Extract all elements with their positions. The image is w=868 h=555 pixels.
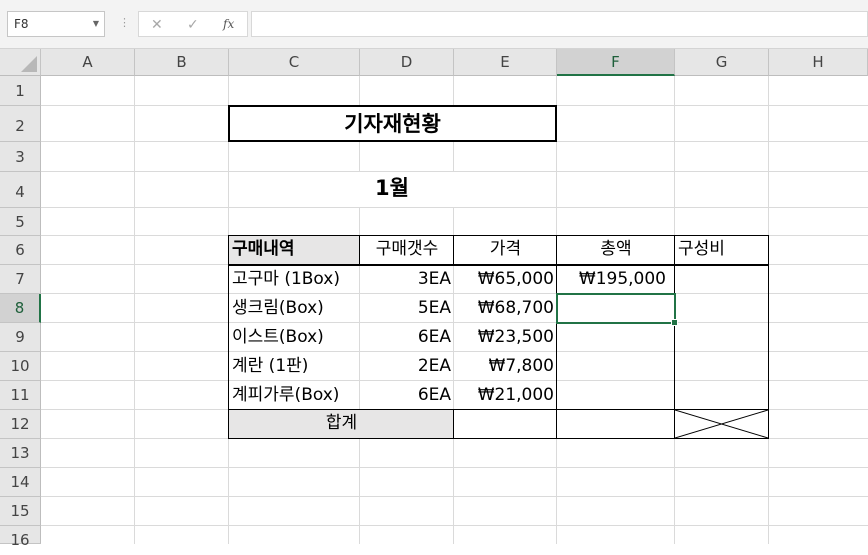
formula-input[interactable]	[251, 11, 868, 37]
row-header-12[interactable]: 12	[0, 410, 41, 439]
column-header-e[interactable]: E	[454, 49, 557, 76]
column-header-h[interactable]: H	[769, 49, 868, 76]
row-header-15[interactable]: 15	[0, 497, 41, 526]
column-header-d[interactable]: D	[360, 49, 454, 76]
item-price-cell[interactable]: ₩21,000	[454, 381, 557, 410]
header-cell-qty[interactable]: 구매갯수	[360, 236, 454, 264]
diagonal-cross-icon	[675, 410, 768, 438]
row-header-8[interactable]: 8	[0, 294, 41, 323]
name-box-value: F8	[14, 17, 29, 31]
column-header-a[interactable]: A	[41, 49, 135, 76]
fill-handle[interactable]	[671, 319, 678, 326]
column-header-g[interactable]: G	[675, 49, 769, 76]
month-label[interactable]: 1월	[229, 172, 555, 207]
row-header-2[interactable]: 2	[0, 106, 41, 142]
header-cell-price[interactable]: 가격	[454, 236, 557, 264]
item-name-cell[interactable]: 생크림(Box)	[229, 294, 360, 323]
item-qty-cell[interactable]: 3EA	[360, 265, 454, 294]
item-name-cell[interactable]: 계란 (1판)	[229, 352, 360, 381]
row-header-3[interactable]: 3	[0, 142, 41, 172]
row-header-7[interactable]: 7	[0, 265, 41, 294]
select-all-icon	[21, 56, 37, 72]
item-total-cell[interactable]: ₩195,000	[557, 265, 675, 294]
item-qty-cell[interactable]: 6EA	[360, 381, 454, 410]
gridline	[768, 76, 769, 544]
gridline	[41, 207, 868, 208]
row-header-6[interactable]: 6	[0, 236, 41, 265]
gridline	[134, 76, 135, 544]
formula-bar: F8 ▼ ⋮ ✕ ✓ fx	[0, 0, 868, 49]
row-header-11[interactable]: 11	[0, 381, 41, 410]
function-icon[interactable]: fx	[223, 12, 234, 36]
item-name-cell[interactable]: 고구마 (1Box)	[229, 265, 360, 294]
column-header-b[interactable]: B	[135, 49, 229, 76]
more-icon: ⋮	[119, 17, 130, 29]
gridline	[41, 496, 868, 497]
item-qty-cell[interactable]: 6EA	[360, 323, 454, 352]
item-name-cell[interactable]: 이스트(Box)	[229, 323, 360, 352]
gridline	[41, 525, 868, 526]
row-header-1[interactable]: 1	[0, 76, 41, 106]
cancel-icon[interactable]: ✕	[151, 12, 163, 36]
header-cell-ratio[interactable]: 구성비	[675, 236, 769, 264]
row-header-13[interactable]: 13	[0, 439, 41, 468]
active-cell-selection[interactable]	[556, 293, 678, 326]
row-header-9[interactable]: 9	[0, 323, 41, 352]
header-cell-total[interactable]: 총액	[557, 236, 675, 264]
item-price-cell[interactable]: ₩23,500	[454, 323, 557, 352]
item-price-cell[interactable]: ₩7,800	[454, 352, 557, 381]
row-header-5[interactable]: 5	[0, 208, 41, 236]
row-header-16[interactable]: 16	[0, 526, 41, 549]
gridline	[41, 467, 868, 468]
item-qty-cell[interactable]: 2EA	[360, 352, 454, 381]
check-icon[interactable]: ✓	[187, 12, 199, 36]
sheet-title[interactable]: 기자재현황	[228, 105, 557, 142]
column-header-c[interactable]: C	[229, 49, 360, 76]
row-header-14[interactable]: 14	[0, 468, 41, 497]
column-header-f[interactable]: F	[557, 49, 675, 76]
item-price-cell[interactable]: ₩65,000	[454, 265, 557, 294]
item-name-cell[interactable]: 계피가루(Box)	[229, 381, 360, 410]
item-qty-cell[interactable]: 5EA	[360, 294, 454, 323]
row-header-10[interactable]: 10	[0, 352, 41, 381]
chevron-down-icon[interactable]: ▼	[93, 12, 99, 36]
total-label-cell[interactable]: 합계	[229, 410, 454, 439]
item-price-cell[interactable]: ₩68,700	[454, 294, 557, 323]
gridline	[41, 438, 868, 439]
select-all-button[interactable]	[0, 49, 41, 76]
header-cell-item[interactable]: 구매내역	[229, 236, 360, 264]
row-header-4[interactable]: 4	[0, 172, 41, 208]
name-box[interactable]: F8 ▼	[7, 11, 105, 37]
formula-buttons: ✕ ✓ fx	[138, 11, 248, 37]
